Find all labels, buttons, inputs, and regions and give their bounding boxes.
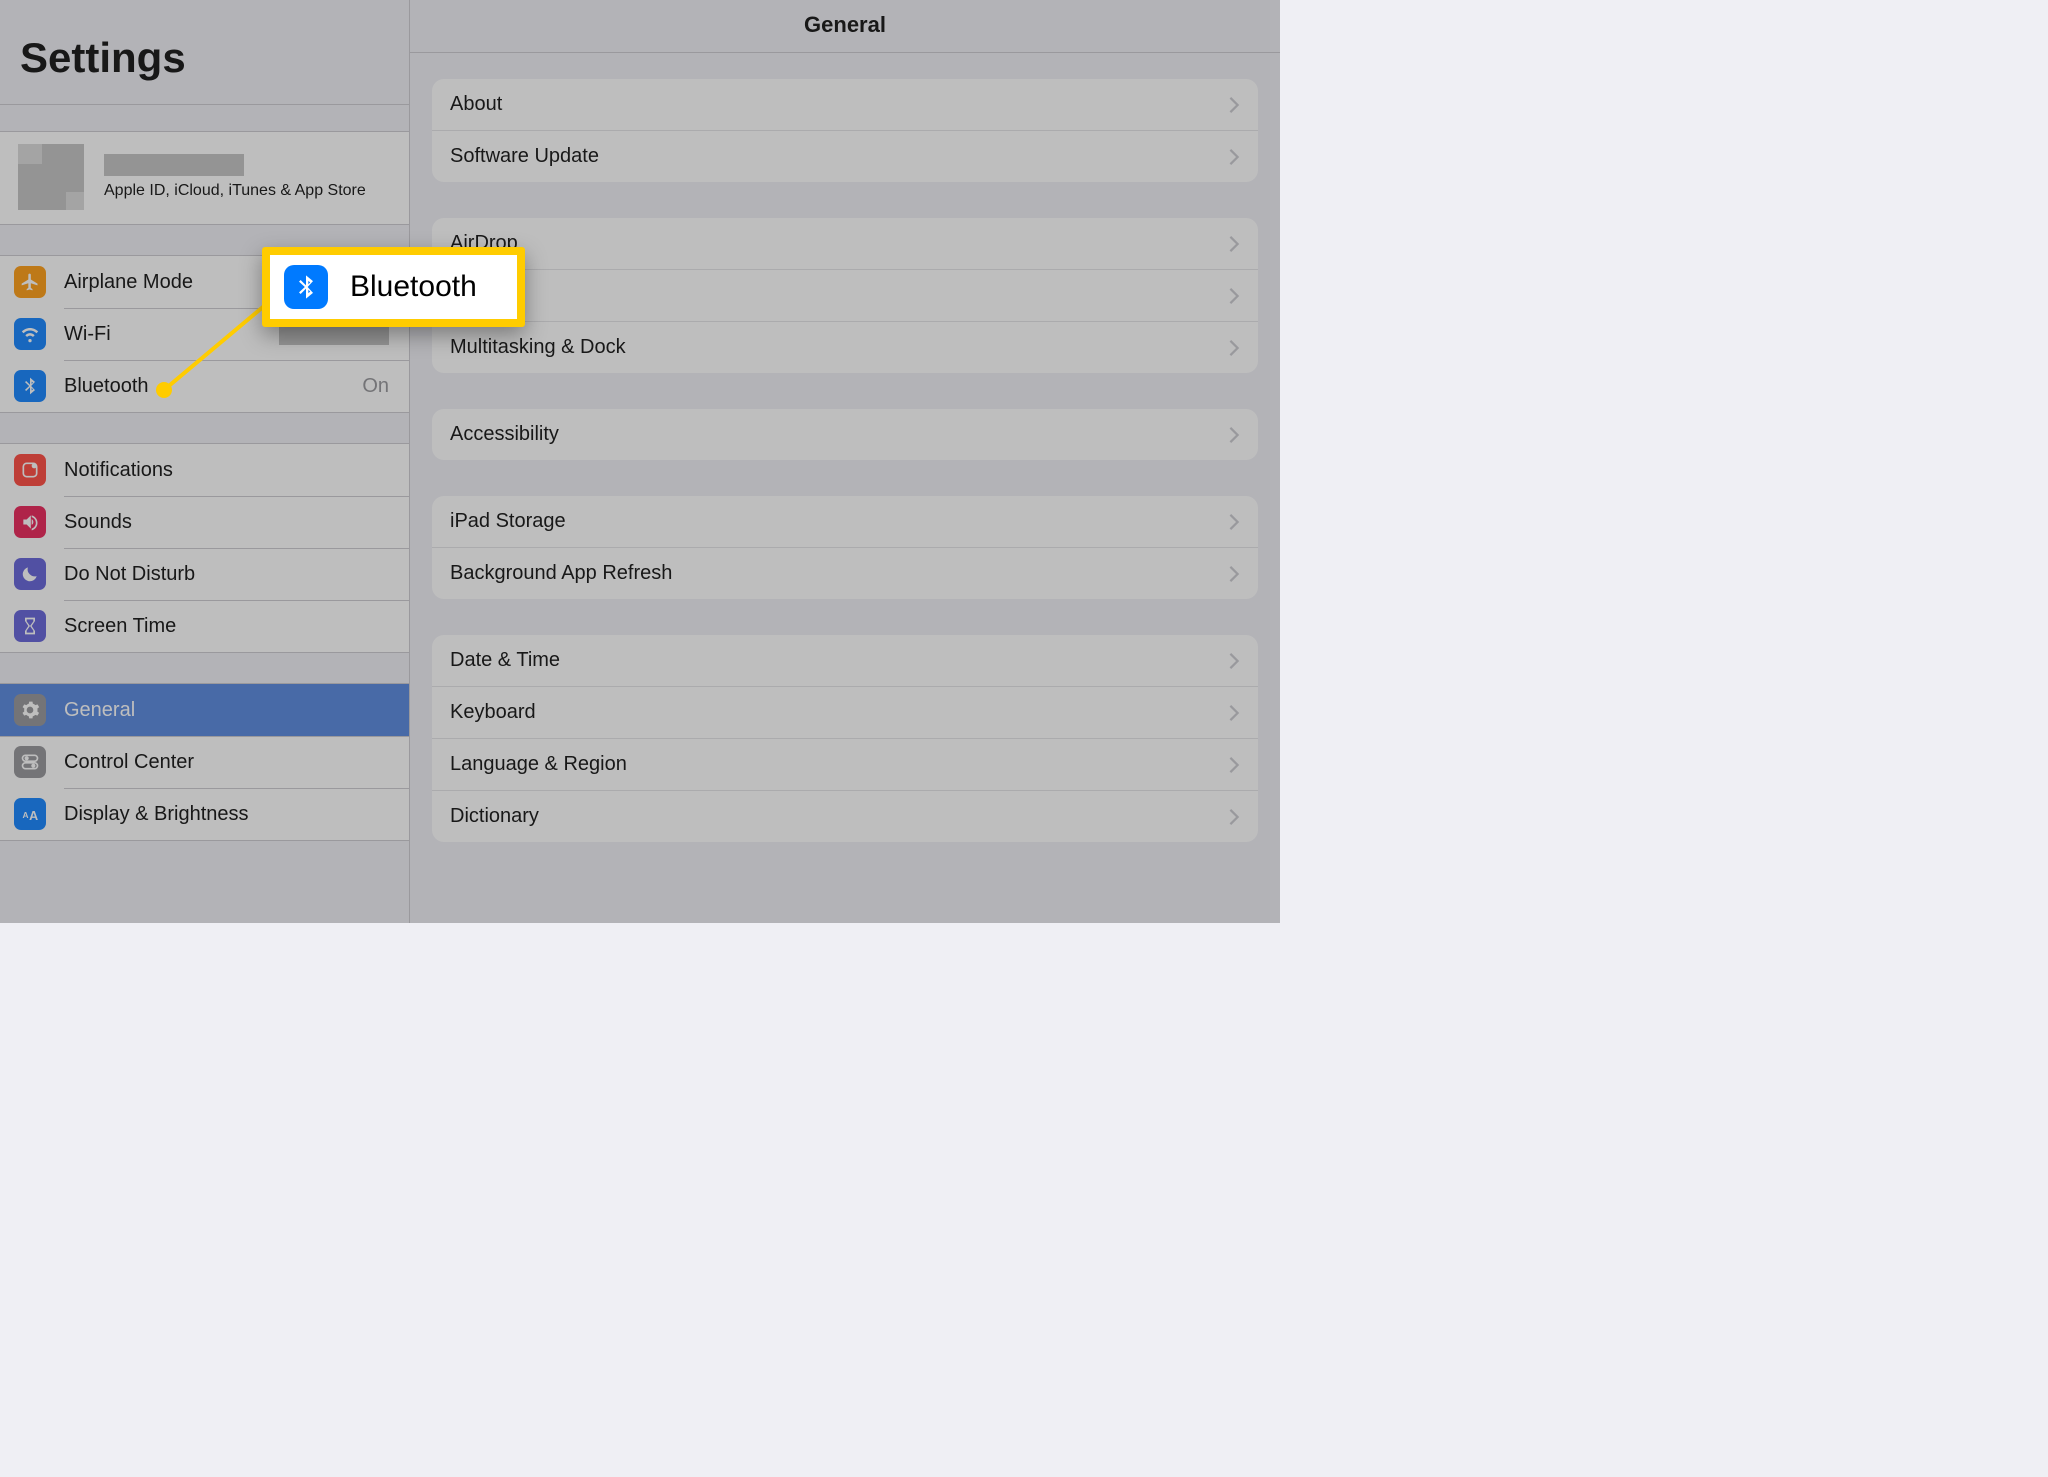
- chevron-right-icon: [1228, 96, 1240, 114]
- sidebar-item-label: Display & Brightness: [64, 803, 395, 826]
- detail-group: AirDrop Handoff Multitasking & Dock: [432, 218, 1258, 373]
- bluetooth-icon: [14, 370, 46, 402]
- detail-row-label: Multitasking & Dock: [450, 336, 626, 359]
- detail-row-multitasking[interactable]: Multitasking & Dock: [432, 321, 1258, 373]
- detail-group: Accessibility: [432, 409, 1258, 460]
- detail-row-label: Language & Region: [450, 753, 627, 776]
- detail-group: Date & Time Keyboard Language & Region D…: [432, 635, 1258, 842]
- sidebar-item-airplane-mode[interactable]: Airplane Mode: [0, 256, 409, 308]
- sidebar-item-sounds[interactable]: Sounds: [0, 496, 409, 548]
- sidebar-item-label: Notifications: [64, 459, 395, 482]
- detail-pane: General About Software Update AirDrop: [410, 0, 1280, 923]
- settings-sidebar: Settings Apple ID, iCloud, iTunes & App …: [0, 0, 410, 923]
- detail-row-label: Software Update: [450, 145, 599, 168]
- wifi-icon: [14, 318, 46, 350]
- detail-row-airdrop[interactable]: AirDrop: [432, 218, 1258, 269]
- sidebar-group-alerts: Notifications Sounds Do Not Disturb Scre…: [0, 443, 409, 653]
- apple-id-row[interactable]: Apple ID, iCloud, iTunes & App Store: [0, 131, 409, 225]
- airplane-icon: [14, 266, 46, 298]
- avatar: [18, 144, 84, 210]
- sidebar-item-display-brightness[interactable]: AA Display & Brightness: [0, 788, 409, 840]
- chevron-right-icon: [1228, 513, 1240, 531]
- detail-row-background-app-refresh[interactable]: Background App Refresh: [432, 547, 1258, 599]
- hourglass-icon: [14, 610, 46, 642]
- sidebar-item-label: Do Not Disturb: [64, 563, 395, 586]
- sidebar-item-label: Airplane Mode: [64, 271, 341, 294]
- chevron-right-icon: [1228, 704, 1240, 722]
- sidebar-item-control-center[interactable]: Control Center: [0, 736, 409, 788]
- sidebar-item-label: Bluetooth: [64, 375, 362, 398]
- detail-title: General: [410, 0, 1280, 53]
- detail-row-date-time[interactable]: Date & Time: [432, 635, 1258, 686]
- notifications-icon: [14, 454, 46, 486]
- page-title: Settings: [0, 0, 409, 105]
- detail-row-language-region[interactable]: Language & Region: [432, 738, 1258, 790]
- detail-row-dictionary[interactable]: Dictionary: [432, 790, 1258, 842]
- detail-row-label: Date & Time: [450, 649, 560, 672]
- chevron-right-icon: [1228, 652, 1240, 670]
- sidebar-item-notifications[interactable]: Notifications: [0, 444, 409, 496]
- detail-row-software-update[interactable]: Software Update: [432, 130, 1258, 182]
- moon-icon: [14, 558, 46, 590]
- sidebar-group-device: General Control Center AA Display & Brig…: [0, 683, 409, 841]
- detail-row-label: Keyboard: [450, 701, 536, 724]
- gear-icon: [14, 694, 46, 726]
- bluetooth-status: On: [362, 375, 389, 398]
- chevron-right-icon: [1228, 426, 1240, 444]
- detail-group: iPad Storage Background App Refresh: [432, 496, 1258, 599]
- account-subtitle: Apple ID, iCloud, iTunes & App Store: [104, 182, 366, 200]
- airplane-toggle[interactable]: [341, 266, 395, 298]
- chevron-right-icon: [1228, 808, 1240, 826]
- detail-row-label: Handoff: [450, 284, 520, 307]
- detail-row-handoff[interactable]: Handoff: [432, 269, 1258, 321]
- detail-group: About Software Update: [432, 79, 1258, 182]
- sidebar-item-general[interactable]: General: [0, 684, 409, 736]
- svg-text:A: A: [23, 810, 29, 820]
- wifi-network-redacted: [279, 323, 389, 345]
- account-text: Apple ID, iCloud, iTunes & App Store: [104, 154, 366, 200]
- detail-row-label: iPad Storage: [450, 510, 566, 533]
- detail-body: About Software Update AirDrop Handoff: [410, 53, 1280, 878]
- chevron-right-icon: [1228, 235, 1240, 253]
- sounds-icon: [14, 506, 46, 538]
- sidebar-item-label: General: [64, 699, 395, 722]
- sidebar-item-label: Screen Time: [64, 615, 395, 638]
- detail-row-keyboard[interactable]: Keyboard: [432, 686, 1258, 738]
- svg-text:A: A: [29, 809, 38, 823]
- sidebar-item-label: Wi-Fi: [64, 323, 279, 346]
- detail-row-about[interactable]: About: [432, 79, 1258, 130]
- chevron-right-icon: [1228, 339, 1240, 357]
- detail-row-label: AirDrop: [450, 232, 518, 255]
- sidebar-item-bluetooth[interactable]: Bluetooth On: [0, 360, 409, 412]
- sidebar-item-label: Sounds: [64, 511, 395, 534]
- chevron-right-icon: [1228, 565, 1240, 583]
- detail-row-ipad-storage[interactable]: iPad Storage: [432, 496, 1258, 547]
- sidebar-item-wifi[interactable]: Wi-Fi: [0, 308, 409, 360]
- text-size-icon: AA: [14, 798, 46, 830]
- detail-row-label: Background App Refresh: [450, 562, 672, 585]
- chevron-right-icon: [1228, 287, 1240, 305]
- chevron-right-icon: [1228, 148, 1240, 166]
- sidebar-group-connectivity: Airplane Mode Wi-Fi Bluetooth On: [0, 255, 409, 413]
- sidebar-item-do-not-disturb[interactable]: Do Not Disturb: [0, 548, 409, 600]
- sidebar-item-label: Control Center: [64, 751, 395, 774]
- toggles-icon: [14, 746, 46, 778]
- detail-row-accessibility[interactable]: Accessibility: [432, 409, 1258, 460]
- detail-row-label: Accessibility: [450, 423, 559, 446]
- account-name-redacted: [104, 154, 244, 176]
- detail-row-label: Dictionary: [450, 805, 539, 828]
- sidebar-item-screen-time[interactable]: Screen Time: [0, 600, 409, 652]
- chevron-right-icon: [1228, 756, 1240, 774]
- settings-app: Settings Apple ID, iCloud, iTunes & App …: [0, 0, 1280, 923]
- detail-row-label: About: [450, 93, 502, 116]
